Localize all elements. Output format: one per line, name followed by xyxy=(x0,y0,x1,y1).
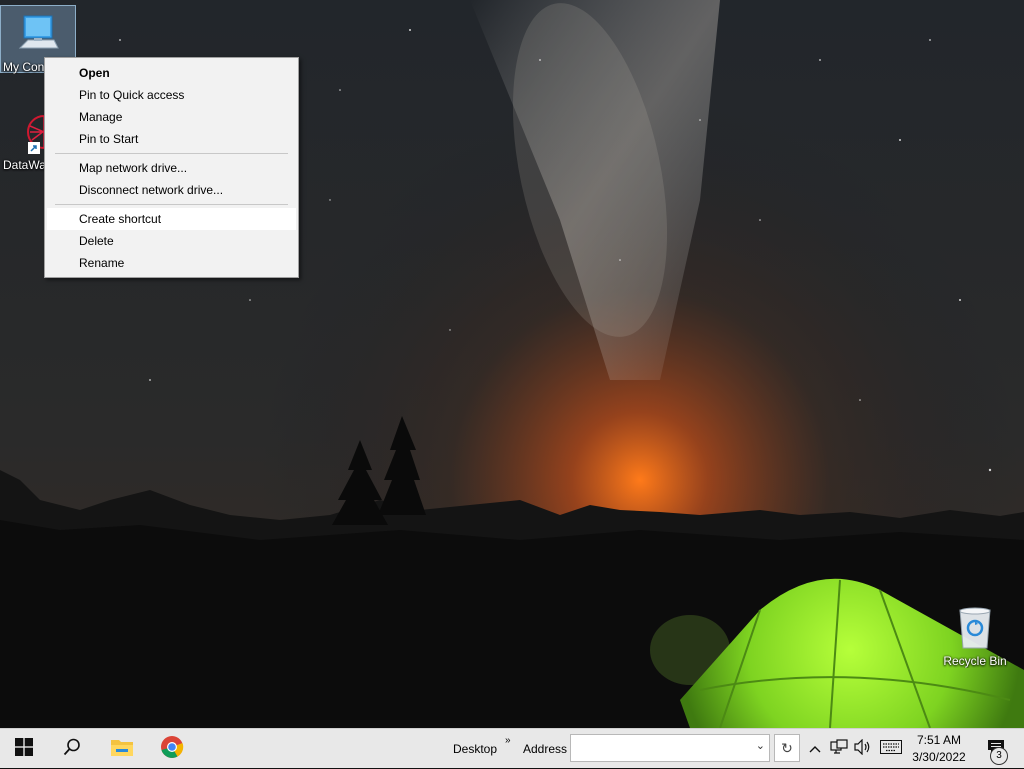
file-explorer-icon xyxy=(110,737,134,762)
context-menu: Open Pin to Quick access Manage Pin to S… xyxy=(44,57,299,278)
keyboard-button[interactable] xyxy=(878,729,904,769)
computer-monitor-icon xyxy=(14,10,62,58)
chrome-icon xyxy=(160,735,184,764)
menu-separator xyxy=(55,153,288,154)
menu-item-map-network-drive[interactable]: Map network drive... xyxy=(45,157,298,179)
search-button[interactable] xyxy=(48,729,96,769)
address-input[interactable] xyxy=(575,736,749,762)
menu-item-manage[interactable]: Manage xyxy=(45,106,298,128)
network-icon xyxy=(830,738,848,760)
chrome-button[interactable] xyxy=(148,729,196,769)
keyboard-icon xyxy=(880,739,902,759)
show-hidden-icons-button[interactable] xyxy=(806,729,824,769)
network-button[interactable] xyxy=(828,729,850,769)
menu-item-create-shortcut[interactable]: Create shortcut xyxy=(47,208,296,230)
menu-item-pin-to-start[interactable]: Pin to Start xyxy=(45,128,298,150)
search-icon xyxy=(63,738,81,761)
desktop-icon-recycle-bin[interactable]: Recycle Bin xyxy=(936,600,1014,668)
chevron-down-icon[interactable]: ⌄ xyxy=(756,739,765,752)
address-toolbar-label: Address xyxy=(523,742,568,756)
file-explorer-button[interactable] xyxy=(98,729,146,769)
menu-item-rename[interactable]: Rename xyxy=(45,252,298,274)
menu-item-pin-quick-access[interactable]: Pin to Quick access xyxy=(45,84,298,106)
menu-item-open[interactable]: Open xyxy=(45,62,298,84)
taskbar: Desktop » Address ⌄ ↻ 7:51 AM 3/30/2022 … xyxy=(0,728,1024,768)
clock[interactable]: 7:51 AM 3/30/2022 xyxy=(906,732,972,766)
toolbar-overflow-chevron[interactable]: » xyxy=(505,721,511,761)
desktop-icon-label: Recycle Bin xyxy=(943,654,1007,668)
clock-date: 3/30/2022 xyxy=(912,750,966,764)
clock-time: 7:51 AM xyxy=(916,733,962,747)
chevron-up-icon xyxy=(809,740,821,758)
volume-icon xyxy=(854,738,872,760)
address-go-button[interactable]: ↻ xyxy=(774,734,800,762)
menu-separator xyxy=(55,204,288,205)
refresh-icon: ↻ xyxy=(781,739,793,756)
volume-button[interactable] xyxy=(852,729,874,769)
notification-count-badge: 3 xyxy=(990,747,1008,765)
recycle-bin-icon xyxy=(951,604,999,652)
desktop-toolbar-label[interactable]: Desktop xyxy=(453,729,497,769)
menu-item-disconnect-network-drive[interactable]: Disconnect network drive... xyxy=(45,179,298,201)
address-box: ⌄ xyxy=(570,734,770,762)
menu-item-delete[interactable]: Delete xyxy=(45,230,298,252)
windows-logo-icon xyxy=(15,737,33,761)
start-button[interactable] xyxy=(0,729,48,769)
